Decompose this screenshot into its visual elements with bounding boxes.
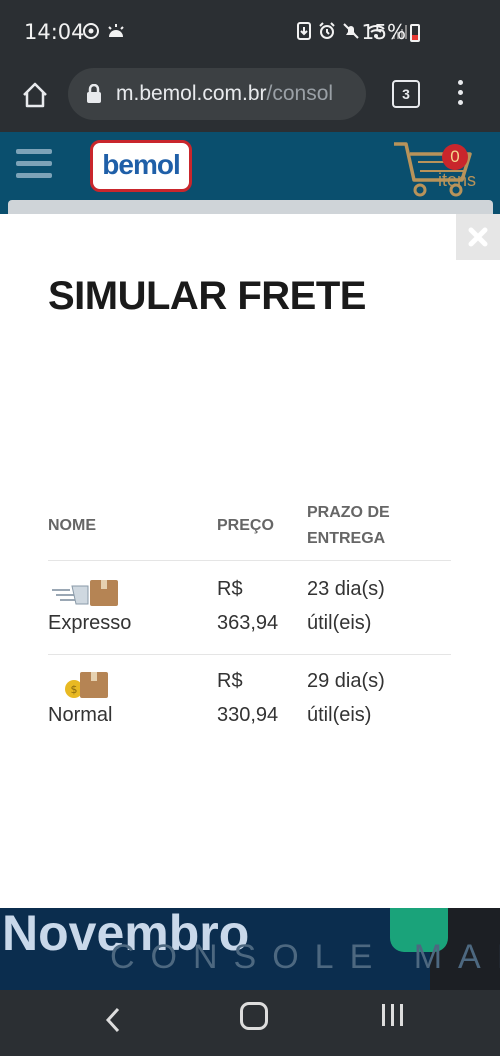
promo-banner[interactable]: Novembro CONSOLE MAIS — [0, 908, 500, 990]
url-text: m.bemol.com.br/consol — [116, 82, 333, 106]
express-delivery-icon — [52, 580, 118, 606]
shipping-table-header: NOME PREÇO PRAZO DE ENTREGA — [48, 500, 451, 561]
cart-label: itens — [438, 170, 477, 190]
status-bar: 14:04 15% — [0, 0, 500, 64]
normal-delivery-icon: $ — [65, 672, 108, 698]
column-delivery-header: PRAZO DE ENTREGA — [307, 500, 390, 552]
table-row: Expresso R$ 363,94 23 dia(s) útil(eis) — [48, 562, 451, 655]
logo-text: bemol — [102, 149, 180, 180]
modal-title: SIMULAR FRETE — [48, 274, 366, 318]
shipping-price: R$ 330,94 — [217, 664, 278, 732]
shipping-price: R$ 363,94 — [217, 572, 278, 640]
back-icon[interactable] — [104, 1006, 122, 1034]
table-row: $ Normal R$ 330,94 29 dia(s) útil(eis) — [48, 654, 451, 746]
alarm-icon — [319, 22, 335, 39]
home-icon[interactable] — [20, 80, 50, 110]
close-button[interactable] — [456, 214, 500, 260]
shipping-price-currency: R$ — [217, 578, 243, 600]
recent-apps-icon[interactable] — [382, 1004, 403, 1026]
shipping-simulation-modal: SIMULAR FRETE NOME PREÇO PRAZO DE ENTREG… — [0, 214, 500, 908]
download-icon — [297, 22, 311, 40]
shipping-price-value: 330,94 — [217, 704, 279, 726]
banner-subtitle: CONSOLE MAIS — [110, 938, 500, 976]
column-delivery-header-line2: ENTREGA — [307, 530, 386, 547]
weather-icon — [108, 24, 124, 37]
column-name-header: NOME — [48, 517, 96, 534]
bemol-logo[interactable]: bemol — [90, 140, 192, 192]
shipping-name: Normal — [48, 704, 113, 726]
shipping-delivery-days: 29 dia(s) — [307, 670, 385, 692]
home-button[interactable] — [240, 1002, 268, 1030]
shipping-price-currency: R$ — [217, 670, 243, 692]
status-time: 14:04 — [24, 20, 85, 44]
battery-level: 15% — [361, 20, 406, 44]
cart-count-badge: 0 — [442, 144, 468, 170]
shipping-delivery-unit: útil(eis) — [307, 704, 372, 726]
status-icons-left — [82, 22, 126, 40]
browser-toolbar: m.bemol.com.br/consol 3 — [0, 64, 500, 132]
shipping-delivery-time: 23 dia(s) útil(eis) — [307, 572, 385, 640]
shipping-delivery-time: 29 dia(s) útil(eis) — [307, 664, 385, 732]
system-navigation-bar — [0, 990, 500, 1056]
mute-icon — [343, 23, 359, 39]
svg-text:$: $ — [71, 683, 78, 696]
address-bar[interactable]: m.bemol.com.br/consol — [68, 68, 366, 120]
tab-switcher-button[interactable]: 3 — [392, 80, 420, 108]
column-price-header: PREÇO — [217, 517, 274, 534]
shipping-delivery-days: 23 dia(s) — [307, 578, 385, 600]
column-delivery-header-line1: PRAZO DE — [307, 504, 390, 521]
battery-icon — [410, 24, 420, 42]
close-icon — [468, 227, 488, 247]
browser-menu-icon[interactable] — [452, 80, 468, 108]
shipping-name: Expresso — [48, 612, 132, 634]
shipping-delivery-unit: útil(eis) — [307, 612, 372, 634]
shipping-price-value: 363,94 — [217, 612, 279, 634]
url-domain: m.bemol.com.br — [116, 82, 267, 105]
url-path: /consol — [266, 82, 334, 105]
hamburger-menu-icon[interactable] — [16, 149, 52, 185]
lock-icon — [87, 84, 101, 103]
sync-icon — [83, 23, 99, 39]
